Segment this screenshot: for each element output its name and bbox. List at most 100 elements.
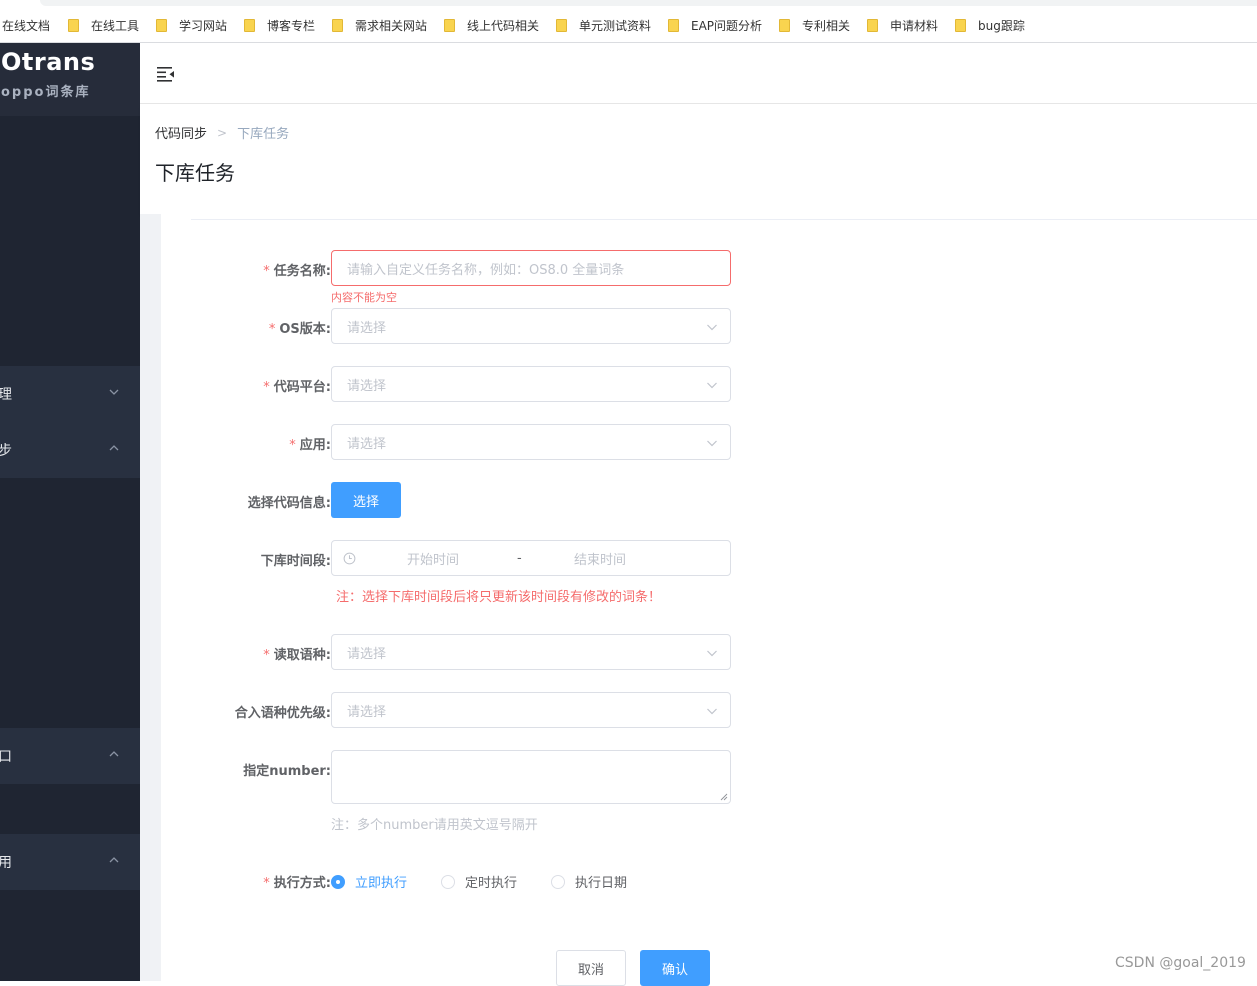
- bookmark-label: 在线文档: [2, 18, 51, 33]
- code-platform-select[interactable]: 请选择: [331, 366, 731, 402]
- resize-handle-icon[interactable]: [720, 793, 728, 801]
- folder-icon: [955, 18, 966, 32]
- merge-priority-label: 合入语种优先级:: [234, 706, 331, 721]
- sidebar-menu-label: 口: [0, 749, 12, 765]
- time-range-note: 注：选择下库时间段后将只更新该时间段有修改的词条！: [336, 590, 662, 605]
- sidebar-menu-item[interactable]: 口: [0, 728, 140, 784]
- task-name-placeholder: 请输入自定义任务名称，例如：OS8.0 全量词条: [347, 262, 625, 278]
- logo-title: Otrans: [1, 48, 96, 76]
- radio-immediate[interactable]: 立即执行: [331, 872, 407, 891]
- folder-icon: [156, 18, 167, 32]
- breadcrumb: 代码同步 > 下库任务: [155, 123, 290, 143]
- task-name-error: 内容不能为空: [331, 291, 397, 304]
- folder-icon: [244, 18, 255, 32]
- merge-priority-placeholder: 请选择: [347, 704, 387, 720]
- bookmark-folder[interactable]: bug跟踪: [955, 16, 1025, 34]
- bookmark-label: 专利相关: [802, 18, 851, 33]
- bookmark-folder[interactable]: 学习网站: [156, 16, 227, 34]
- radio-scheduled[interactable]: 定时执行: [441, 872, 517, 891]
- bookmark-label: 博客专栏: [267, 18, 316, 33]
- logo-subtitle: oppo词条库: [1, 85, 91, 100]
- page-title: 下库任务: [155, 161, 235, 185]
- code-info-label: 选择代码信息:: [247, 496, 331, 511]
- bookmark-folder[interactable]: 在线工具: [68, 16, 139, 34]
- bookmark-label: 在线工具: [91, 18, 140, 33]
- bookmark-label: EAP问题分析: [691, 18, 763, 33]
- os-version-label: * OS版本:: [268, 322, 331, 337]
- folder-icon: [867, 18, 878, 32]
- divider: [191, 219, 1257, 220]
- merge-priority-select[interactable]: 请选择: [331, 692, 731, 728]
- radio-unchecked-icon: [551, 874, 565, 889]
- sidebar-menu-item[interactable]: 用: [0, 834, 140, 890]
- app-placeholder: 请选择: [347, 436, 387, 452]
- sidebar-menu-label: 用: [0, 855, 12, 871]
- sidebar-menu-item[interactable]: 步: [0, 422, 140, 478]
- task-name-label: * 任务名称:: [263, 264, 331, 279]
- read-lang-placeholder: 请选择: [347, 646, 387, 662]
- folder-icon: [444, 18, 455, 32]
- bookmark-item[interactable]: 在线文档: [2, 16, 50, 34]
- bookmark-label: 单元测试资料: [579, 18, 652, 33]
- chevron-up-icon: [109, 751, 119, 757]
- chevron-up-icon: [109, 857, 119, 863]
- bookmark-folder[interactable]: 线上代码相关: [444, 16, 539, 34]
- form-card: * 任务名称: 请输入自定义任务名称，例如：OS8.0 全量词条 内容不能为空 *…: [161, 214, 1257, 986]
- task-name-input[interactable]: 请输入自定义任务名称，例如：OS8.0 全量词条: [331, 250, 731, 286]
- code-platform-label: * 代码平台:: [263, 380, 331, 395]
- bookmark-label: 需求相关网站: [355, 18, 428, 33]
- time-range-picker[interactable]: 开始时间 - 结束时间: [331, 540, 731, 576]
- radio-checked-icon: [331, 874, 345, 889]
- chevron-down-icon: [707, 708, 717, 715]
- bookmark-folder[interactable]: 需求相关网站: [332, 16, 427, 34]
- time-range-label: 下库时间段:: [260, 554, 331, 569]
- breadcrumb-parent[interactable]: 代码同步: [155, 123, 207, 142]
- chevron-down-icon: [707, 324, 717, 331]
- sidebar-menu-item[interactable]: 理: [0, 366, 140, 422]
- folder-icon: [556, 18, 567, 32]
- bookmark-folder[interactable]: 专利相关: [779, 16, 850, 34]
- chevron-down-icon: [109, 389, 119, 395]
- chevron-up-icon: [109, 445, 119, 451]
- watermark: CSDN @goal_2019: [1115, 955, 1246, 971]
- radio-exec-date[interactable]: 执行日期: [551, 872, 627, 891]
- number-textarea[interactable]: [331, 750, 731, 804]
- folder-icon: [668, 18, 679, 32]
- bookmark-label: bug跟踪: [978, 18, 1025, 33]
- bookmark-folder[interactable]: 申请材料: [867, 16, 938, 34]
- chevron-down-icon: [707, 440, 717, 447]
- breadcrumb-separator: >: [217, 125, 228, 140]
- page-header: 代码同步 > 下库任务 下库任务: [140, 104, 1257, 214]
- bookmark-folder[interactable]: 单元测试资料: [556, 16, 651, 34]
- menu-fold-icon[interactable]: [157, 66, 175, 82]
- app-select[interactable]: 请选择: [331, 424, 731, 460]
- exec-mode-label: * 执行方式:: [263, 876, 331, 891]
- code-platform-placeholder: 请选择: [347, 378, 387, 394]
- bookmark-label: 线上代码相关: [467, 18, 540, 33]
- app-label: * 应用:: [289, 438, 331, 453]
- number-label: 指定number:: [243, 764, 331, 779]
- top-header: [140, 43, 1257, 104]
- logo[interactable]: Otrans oppo词条库: [0, 43, 140, 116]
- sidebar-menu-label: 理: [0, 387, 12, 403]
- sidebar: Otrans oppo词条库 理 步 口 用: [0, 43, 140, 981]
- clock-icon: [343, 552, 356, 565]
- breadcrumb-current: 下库任务: [237, 127, 290, 142]
- os-version-select[interactable]: 请选择: [331, 308, 731, 344]
- bookmark-label: 申请材料: [890, 18, 939, 33]
- bookmark-folder[interactable]: 博客专栏: [244, 16, 315, 34]
- select-code-button[interactable]: 选择: [331, 482, 401, 518]
- read-lang-label: * 读取语种:: [263, 648, 331, 663]
- read-lang-select[interactable]: 请选择: [331, 634, 731, 670]
- folder-icon: [779, 18, 790, 32]
- folder-icon: [68, 18, 79, 32]
- range-separator: -: [517, 550, 522, 566]
- tab-strip-edge: [40, 0, 1257, 6]
- chevron-down-icon: [707, 382, 717, 389]
- start-time-placeholder[interactable]: 开始时间: [407, 549, 459, 568]
- bookmark-label: 学习网站: [179, 18, 228, 33]
- radio-unchecked-icon: [441, 874, 455, 889]
- end-time-placeholder[interactable]: 结束时间: [574, 549, 626, 568]
- bookmark-folder[interactable]: EAP问题分析: [668, 16, 762, 34]
- chevron-down-icon: [707, 650, 717, 657]
